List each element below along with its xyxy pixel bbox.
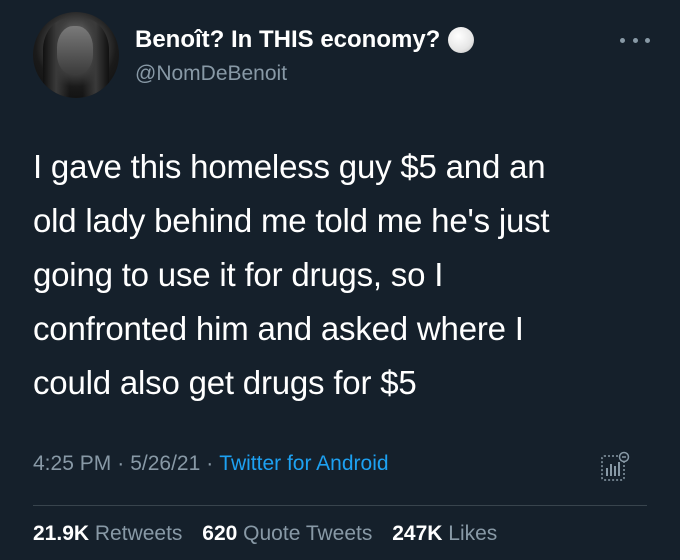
tweet-stats: 21.9K Retweets 620 Quote Tweets 247K Lik… [33, 522, 511, 546]
dot-icon [632, 37, 638, 43]
likes-label: Likes [448, 522, 498, 545]
divider [33, 505, 647, 506]
quote-tweets-stat[interactable]: 620 Quote Tweets [202, 522, 372, 545]
more-options-icon[interactable] [620, 30, 650, 50]
meta-separator: · [206, 452, 214, 475]
retweets-count: 21.9K [33, 522, 90, 545]
tweet-text: I gave this homeless guy $5 and an old l… [33, 148, 550, 401]
tweet-date[interactable]: 5/26/21 [130, 452, 200, 475]
author-handle[interactable]: @NomDeBenoit [135, 62, 287, 86]
quote-tweets-label: Quote Tweets [243, 522, 373, 545]
tweet-time[interactable]: 4:25 PM [33, 452, 111, 475]
tweet-source-link[interactable]: Twitter for Android [219, 452, 388, 475]
likes-stat[interactable]: 247K Likes [392, 522, 497, 545]
quote-tweets-count: 620 [202, 522, 238, 545]
retweets-label: Retweets [94, 522, 183, 545]
meta-separator: · [117, 452, 125, 475]
avatar-face [57, 26, 93, 74]
dot-icon [645, 37, 650, 43]
white-circle-emoji-icon [448, 27, 475, 53]
author-name-row: Benoît? In THIS economy? [135, 26, 475, 54]
dot-icon [620, 37, 625, 43]
author-display-name[interactable]: Benoît? In THIS economy? [135, 26, 440, 54]
tweet-analytics-icon[interactable] [600, 450, 630, 484]
avatar[interactable] [33, 12, 119, 98]
tweet-meta: 4:25 PM · 5/26/21 · Twitter for Android [33, 452, 389, 476]
likes-count: 247K [392, 522, 443, 545]
tweet-card: Benoît? In THIS economy? @NomDeBenoit I … [0, 0, 680, 560]
retweets-stat[interactable]: 21.9K Retweets [33, 522, 182, 545]
